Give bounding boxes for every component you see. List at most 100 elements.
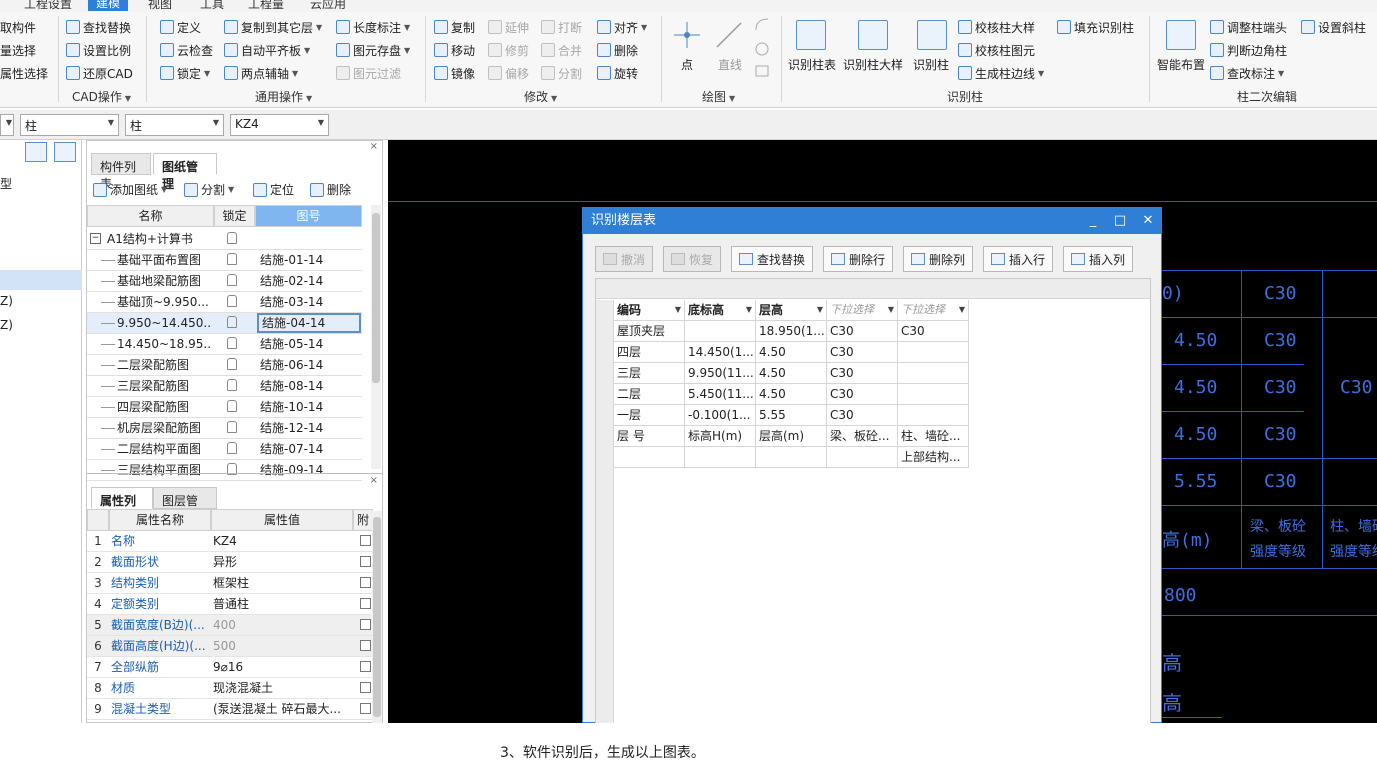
table-cell[interactable]: 三层 bbox=[614, 363, 685, 384]
cad-ops-group-label[interactable]: CAD操作 ▼ bbox=[72, 88, 131, 105]
table-cell[interactable] bbox=[756, 447, 827, 468]
table-cell[interactable]: 4.50 bbox=[756, 363, 827, 384]
property-value[interactable]: 400 bbox=[213, 615, 351, 635]
query-annotation-button[interactable]: 查改标注 ▼ bbox=[1210, 64, 1284, 82]
table-cell[interactable]: C30 bbox=[827, 321, 898, 342]
table-cell[interactable]: C30 bbox=[827, 384, 898, 405]
drawing-row[interactable]: 14.450~18.95... 结施-05-14 bbox=[87, 334, 362, 355]
table-cell[interactable]: 9.950(11... bbox=[685, 363, 756, 384]
tab-layer-management[interactable]: 图层管理 bbox=[153, 487, 217, 525]
drawing-row-selected[interactable]: 9.950~14.450... 结施-04-14 bbox=[87, 313, 362, 334]
lock-icon[interactable] bbox=[227, 274, 237, 286]
table-cell[interactable]: C30 bbox=[827, 342, 898, 363]
identify-column-detail-button[interactable]: 识别柱大样 bbox=[843, 56, 903, 73]
draw-group-label[interactable]: 绘图 ▼ bbox=[702, 88, 735, 105]
property-value[interactable]: 框架柱 bbox=[213, 573, 351, 593]
undo-button[interactable]: 撤消 bbox=[595, 246, 654, 272]
property-row[interactable]: 5 截面宽度(B边)(... 400 bbox=[87, 615, 372, 636]
check-column-detail-button[interactable]: 校核柱大样 bbox=[958, 18, 1035, 36]
save-element-button[interactable]: 图元存盘 ▼ bbox=[336, 41, 410, 59]
restore-cad-button[interactable]: 还原CAD bbox=[66, 64, 133, 82]
attach-checkbox[interactable] bbox=[360, 682, 371, 693]
tab-property-list[interactable]: 属性列表 bbox=[91, 487, 153, 525]
column-header-lock[interactable]: 锁定 bbox=[214, 205, 255, 227]
drawing-row[interactable]: 基础地梁配筋图 结施-02-14 bbox=[87, 271, 362, 292]
fill-identify-column-button[interactable]: 填充识别柱 bbox=[1057, 18, 1134, 36]
table-cell[interactable]: 柱、墙砼... bbox=[898, 426, 969, 447]
attach-checkbox[interactable] bbox=[360, 535, 371, 546]
lock-icon[interactable] bbox=[227, 316, 237, 328]
property-value[interactable]: KZ4 bbox=[213, 531, 351, 551]
delete-button[interactable]: 删除 bbox=[597, 41, 638, 59]
table-cell[interactable]: 四层 bbox=[614, 342, 685, 363]
delete-row-button[interactable]: 删除行 bbox=[823, 246, 894, 272]
align-button[interactable]: 对齐 ▼ bbox=[597, 18, 647, 36]
move-button[interactable]: 移动 bbox=[434, 41, 475, 59]
attach-checkbox[interactable] bbox=[360, 619, 371, 630]
table-cell[interactable]: 上部结构... bbox=[898, 447, 969, 468]
lock-icon[interactable] bbox=[227, 400, 237, 412]
tree-item[interactable]: Z) bbox=[0, 318, 82, 338]
judge-corner-column-button[interactable]: 判断边角柱 bbox=[1210, 41, 1287, 59]
component-subtype-select[interactable]: 柱 ▼ bbox=[125, 114, 224, 136]
modify-group-label[interactable]: 修改 ▼ bbox=[524, 88, 557, 105]
component-type-select[interactable]: 柱 ▼ bbox=[20, 114, 119, 136]
attach-checkbox[interactable] bbox=[360, 661, 371, 672]
component-name-select[interactable]: KZ4 ▼ bbox=[230, 114, 329, 136]
table-cell[interactable]: 5.55 bbox=[756, 405, 827, 426]
floor-select[interactable]: ▼ bbox=[0, 114, 14, 136]
merge-button[interactable]: 合并 bbox=[541, 41, 582, 59]
property-value[interactable]: 现浇混凝土 bbox=[213, 678, 351, 698]
property-value[interactable]: 异形 bbox=[213, 552, 351, 572]
property-scrollbar[interactable] bbox=[372, 511, 382, 723]
offset-button[interactable]: 偏移 bbox=[488, 64, 529, 82]
auto-align-slab-button[interactable]: 自动平齐板 ▼ bbox=[224, 41, 310, 59]
lock-icon[interactable] bbox=[227, 337, 237, 349]
column-header-dropdown[interactable]: 下拉选择 ▼ bbox=[898, 300, 969, 321]
split-button[interactable]: 分割 bbox=[541, 64, 582, 82]
drawing-row[interactable]: 三层结构平面图 结施-09-14 bbox=[87, 460, 362, 481]
table-cell[interactable] bbox=[898, 405, 969, 426]
property-row[interactable]: 1 名称 KZ4 bbox=[87, 531, 372, 552]
element-filter-button[interactable]: 图元过滤 bbox=[336, 64, 401, 82]
column-header-dropdown[interactable]: 层高 ▼ bbox=[756, 300, 827, 321]
tab-component-list[interactable]: 构件列表 bbox=[91, 153, 151, 191]
table-cell[interactable]: 14.450(1... bbox=[685, 342, 756, 363]
lock-icon[interactable] bbox=[227, 232, 237, 244]
delete-column-button[interactable]: 删除列 bbox=[903, 246, 974, 272]
minimize-icon[interactable]: _ bbox=[1081, 208, 1105, 234]
table-cell[interactable] bbox=[614, 447, 685, 468]
drawing-row[interactable]: 机房层梁配筋图 结施-12-14 bbox=[87, 418, 362, 439]
table-cell[interactable] bbox=[898, 363, 969, 384]
table-cell[interactable] bbox=[898, 342, 969, 363]
lock-icon[interactable] bbox=[227, 295, 237, 307]
rotate-button[interactable]: 旋转 bbox=[597, 64, 638, 82]
general-ops-group-label[interactable]: 通用操作 ▼ bbox=[255, 88, 312, 105]
property-row[interactable]: 2 截面形状 异形 bbox=[87, 552, 372, 573]
find-replace-button[interactable]: 查找替换 bbox=[731, 246, 814, 272]
lock-icon[interactable] bbox=[227, 421, 237, 433]
table-cell[interactable]: 4.50 bbox=[756, 342, 827, 363]
property-row[interactable]: 7 全部纵筋 9⌀16 bbox=[87, 657, 372, 678]
smart-layout-button[interactable]: 智能布置 bbox=[1157, 56, 1205, 73]
mirror-button[interactable]: 镜像 bbox=[434, 64, 475, 82]
property-value[interactable]: 9⌀16 bbox=[213, 657, 351, 677]
scroll-thumb[interactable] bbox=[372, 213, 380, 383]
find-replace-button[interactable]: 查找替换 bbox=[66, 18, 131, 36]
tree-item[interactable]: 型 bbox=[0, 175, 82, 195]
table-cell[interactable]: 梁、板砼... bbox=[827, 426, 898, 447]
drawing-row[interactable]: 基础顶~9.950... 结施-03-14 bbox=[87, 292, 362, 313]
delete-drawing-button[interactable]: 删除 bbox=[310, 181, 351, 198]
menu-tab-view[interactable]: 视图 bbox=[148, 0, 172, 12]
menu-tab-tools[interactable]: 工具 bbox=[200, 0, 224, 12]
attach-checkbox[interactable] bbox=[360, 598, 371, 609]
menu-tab-cloud[interactable]: 云应用 bbox=[310, 0, 346, 12]
define-button[interactable]: 定义 bbox=[160, 18, 201, 36]
property-value[interactable]: 普通柱 bbox=[213, 594, 351, 614]
detail-view-icon[interactable] bbox=[54, 142, 76, 162]
split-drawing-button[interactable]: 分割 ▼ bbox=[184, 181, 234, 198]
scroll-thumb[interactable] bbox=[373, 517, 381, 717]
close-icon[interactable]: × bbox=[370, 141, 378, 152]
lock-icon[interactable] bbox=[227, 379, 237, 391]
pick-component-button[interactable]: 取构件 bbox=[0, 18, 36, 36]
